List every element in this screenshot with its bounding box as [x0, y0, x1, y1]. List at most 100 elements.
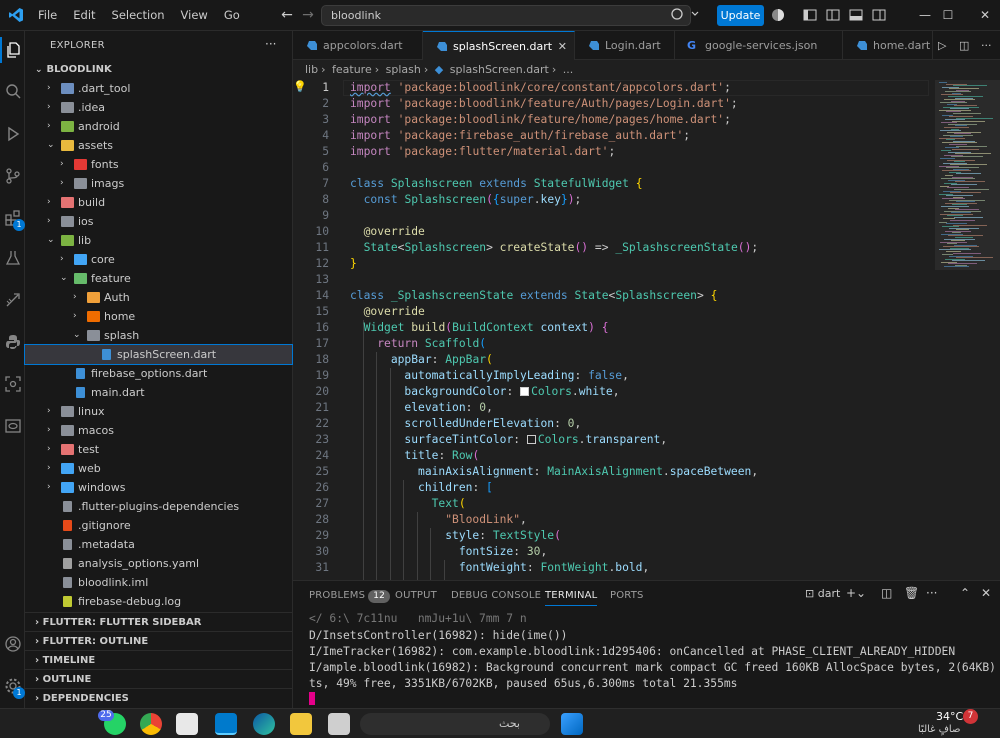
python-icon[interactable]	[0, 329, 25, 355]
accounts-icon[interactable]	[0, 631, 25, 657]
tree-folder[interactable]: ⌄ assets	[25, 136, 292, 155]
workspace-root-header[interactable]: ⌄ BLOODLINK	[25, 60, 293, 79]
tree-folder[interactable]: › fonts	[25, 155, 292, 174]
split-editor-icon[interactable]: ◫	[959, 39, 973, 53]
toggle-panel-icon[interactable]	[849, 8, 863, 22]
terminal-shell-selector[interactable]: ⊡ dart	[805, 587, 840, 600]
forward-arrow-icon[interactable]: →	[297, 7, 319, 23]
tab-appcolors[interactable]: appcolors.dart	[293, 31, 423, 60]
app-icon[interactable]	[176, 713, 198, 735]
sidebar-section-header[interactable]: › DEPENDENCIES	[25, 688, 293, 707]
tree-folder[interactable]: › linux	[25, 402, 292, 421]
panel-more-icon[interactable]: ···	[926, 586, 937, 600]
breadcrumb-file[interactable]: splashScreen.dart	[450, 63, 549, 76]
chrome-icon[interactable]	[140, 713, 162, 735]
menu-view[interactable]: View	[173, 0, 216, 31]
tree-folder[interactable]: ⌄ feature	[25, 269, 292, 288]
sidebar-section-header[interactable]: › FLUTTER: FLUTTER SIDEBAR	[25, 612, 293, 631]
more-tab-actions-icon[interactable]: ···	[981, 39, 995, 53]
tree-file[interactable]: analysis_options.yaml	[25, 554, 292, 573]
panel-tab-ports[interactable]: PORTS	[610, 590, 644, 601]
run-debug-icon[interactable]	[0, 121, 25, 147]
minimap[interactable]	[935, 80, 1000, 580]
code-editor[interactable]: 💡 1 import 'package:bloodlink/core/consta…	[293, 80, 935, 580]
panel-tab-output[interactable]: OUTPUT	[395, 590, 437, 601]
tab-home[interactable]: home.dart	[843, 31, 933, 60]
panel-tab-debug-console[interactable]: DEBUG CONSOLE	[451, 590, 541, 601]
app-icon-2[interactable]	[328, 713, 350, 735]
menu-edit[interactable]: Edit	[65, 0, 103, 31]
close-panel-icon[interactable]: ✕	[981, 586, 991, 600]
tree-folder[interactable]: › web	[25, 459, 292, 478]
color-swatch-transparent[interactable]	[526, 435, 536, 444]
new-terminal-icon[interactable]: +⌄	[846, 586, 866, 600]
toggle-secondary-sidebar-icon[interactable]	[872, 8, 886, 22]
vscode-taskbar-icon[interactable]	[215, 713, 237, 735]
testing-icon[interactable]	[0, 245, 25, 271]
manage-gear-icon[interactable]: 1	[0, 673, 25, 699]
breadcrumb-splash[interactable]: splash	[386, 63, 421, 76]
taskbar-search[interactable]: بحث	[360, 713, 550, 735]
color-swatch-white[interactable]	[520, 387, 530, 396]
tab-google-services[interactable]: G google-services.json	[675, 31, 843, 60]
tree-folder[interactable]: › ios	[25, 212, 292, 231]
tree-folder[interactable]: › core	[25, 250, 292, 269]
breadcrumb-more[interactable]: ...	[563, 63, 574, 76]
tree-file[interactable]: firebase-debug.log	[25, 592, 292, 611]
tree-folder[interactable]: › test	[25, 440, 292, 459]
menu-selection[interactable]: Selection	[104, 0, 173, 31]
menu-go[interactable]: Go	[216, 0, 248, 31]
sidebar-section-header[interactable]: › TIMELINE	[25, 650, 293, 669]
run-icon[interactable]: ▷	[938, 39, 952, 53]
file-explorer-icon[interactable]	[290, 713, 312, 735]
breadcrumb-feature[interactable]: feature	[332, 63, 372, 76]
panel-tab-terminal[interactable]: TERMINAL	[545, 590, 598, 606]
sidebar-section-header[interactable]: › FLUTTER: OUTLINE	[25, 631, 293, 650]
explorer-icon[interactable]	[0, 37, 25, 63]
tree-folder[interactable]: › build	[25, 193, 292, 212]
toggle-sidebar-icon[interactable]	[826, 8, 840, 22]
tree-file[interactable]: firebase_options.dart	[25, 364, 292, 383]
tree-folder[interactable]: › windows	[25, 478, 292, 497]
maximize-panel-icon[interactable]: ⌃	[960, 586, 970, 600]
tree-folder[interactable]: › macos	[25, 421, 292, 440]
preview-icon[interactable]	[0, 413, 25, 439]
menu-file[interactable]: File	[30, 0, 65, 31]
layout-toggle-icon[interactable]	[803, 8, 817, 22]
search-icon[interactable]	[0, 79, 25, 105]
tree-folder[interactable]: › android	[25, 117, 292, 136]
tree-folder[interactable]: › .idea	[25, 98, 292, 117]
extensions-icon[interactable]: 1	[0, 205, 25, 231]
close-tab-icon[interactable]: ✕	[558, 32, 567, 61]
remote-explorer-icon[interactable]	[0, 287, 25, 313]
source-control-icon[interactable]	[0, 163, 25, 189]
command-center-search[interactable]: bloodlink	[321, 5, 691, 26]
kill-terminal-icon[interactable]: 🗑	[904, 586, 919, 600]
tab-splashscreen[interactable]: splashScreen.dart ✕	[423, 31, 575, 60]
tab-login[interactable]: Login.dart	[575, 31, 675, 60]
weather-condition[interactable]: صافٍ غالبًا	[918, 724, 960, 735]
close-window-button[interactable]: ✕	[962, 0, 1000, 31]
tree-file[interactable]: bloodlink.iml	[25, 573, 292, 592]
tree-folder[interactable]: ⌄ lib	[25, 231, 292, 250]
windows-start-icon[interactable]	[561, 713, 583, 735]
account-globe-icon[interactable]	[771, 8, 785, 22]
notification-badge[interactable]: 7	[963, 709, 978, 724]
weather-temperature[interactable]: 34°C	[936, 710, 963, 723]
split-terminal-icon[interactable]: ◫	[881, 586, 892, 600]
breadcrumb-lib[interactable]: lib	[305, 63, 318, 76]
copilot-icon[interactable]	[670, 7, 706, 24]
tree-folder[interactable]: ⌄ splash	[25, 326, 292, 345]
tree-folder[interactable]: › Auth	[25, 288, 292, 307]
panel-tab-problems[interactable]: PROBLEMS 12	[309, 590, 391, 603]
tree-folder[interactable]: › home	[25, 307, 292, 326]
tree-file[interactable]: .gitignore	[25, 516, 292, 535]
tree-folder[interactable]: › imags	[25, 174, 292, 193]
sidebar-section-header[interactable]: › OUTLINE	[25, 669, 293, 688]
update-button[interactable]: Update	[717, 5, 764, 26]
back-arrow-icon[interactable]: ←	[276, 7, 298, 23]
tree-folder[interactable]: › .dart_tool	[25, 79, 292, 98]
tree-file[interactable]: .metadata	[25, 535, 292, 554]
more-actions-icon[interactable]: ···	[265, 37, 276, 51]
tree-file[interactable]: splashScreen.dart	[24, 344, 293, 365]
